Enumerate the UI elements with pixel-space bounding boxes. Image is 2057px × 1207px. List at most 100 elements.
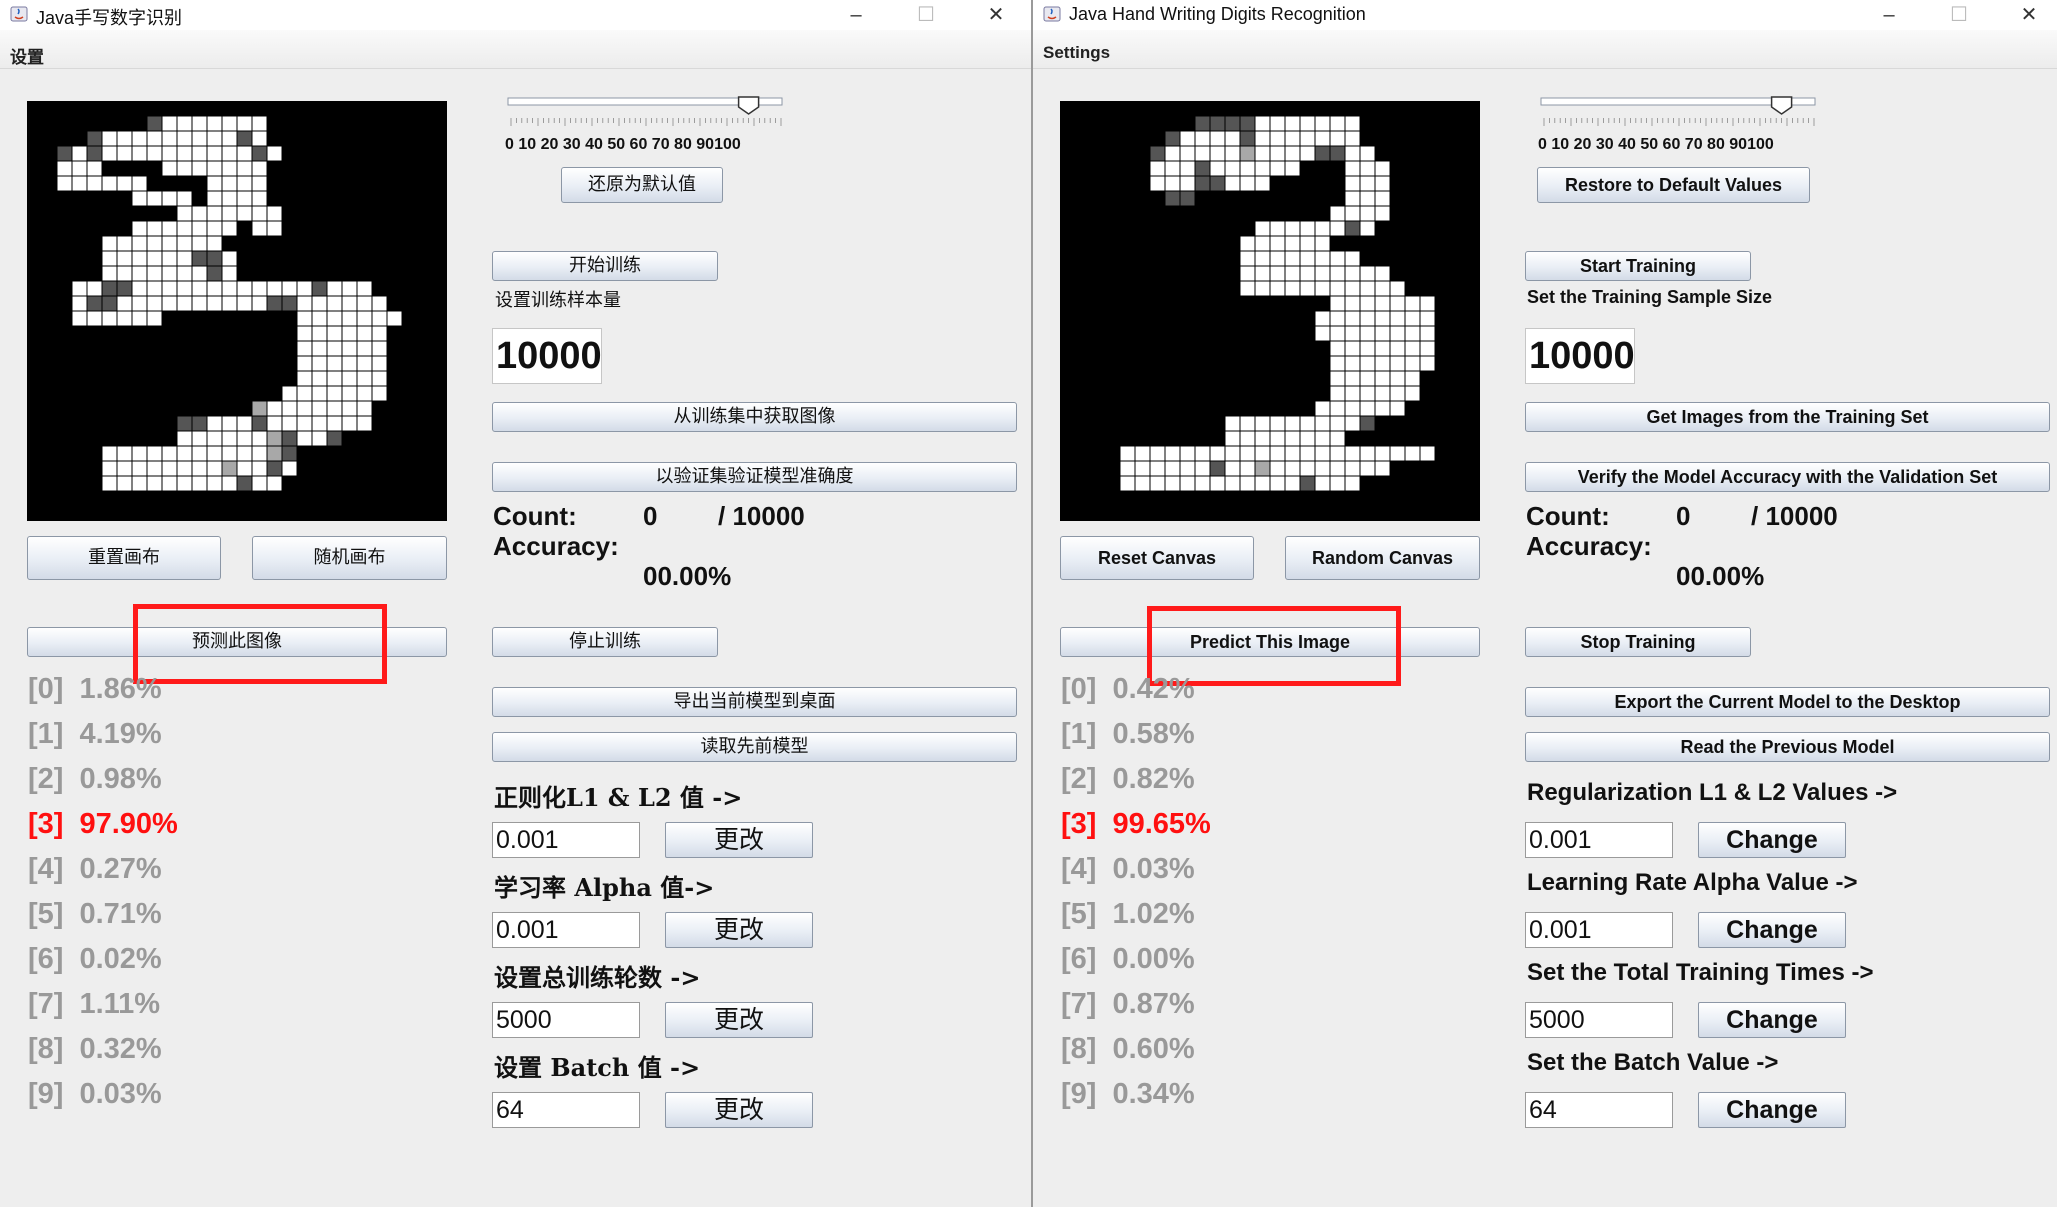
regularization-field[interactable]: 0.001 [1525, 822, 1673, 858]
regularization-label: 正则化L1 & L2 值 -> [494, 783, 743, 812]
accuracy-label: Accuracy: [1526, 531, 1652, 561]
english-window: Java Hand Writing Digits Recognition – ☐… [1033, 0, 2057, 1207]
probability-row: [1] 4.19% [28, 718, 162, 751]
probability-row: [6] 0.02% [28, 943, 162, 976]
probability-value: 0.87% [1112, 988, 1195, 1020]
sample-size-label: 设置训练样本量 [495, 290, 621, 311]
verify-accuracy-button[interactable]: Verify the Model Accuracy with the Valid… [1525, 462, 2050, 492]
epochs-label: 设置总训练轮数 -> [494, 963, 701, 992]
batch-field[interactable]: 64 [1525, 1092, 1673, 1128]
count-label: Count: [1526, 501, 1610, 531]
probability-value: 97.90% [79, 808, 178, 840]
batch-field[interactable]: 64 [492, 1092, 640, 1128]
learning-rate-field[interactable]: 0.001 [492, 912, 640, 948]
export-model-button[interactable]: 导出当前模型到桌面 [492, 687, 1017, 717]
reset-canvas-button[interactable]: Reset Canvas [1060, 536, 1254, 580]
accuracy-value: 00.00% [643, 561, 732, 591]
maximize-icon[interactable]: ☐ [896, 0, 956, 30]
slider-tick-labels: 0 10 20 30 40 50 60 70 80 90100 [1538, 136, 1774, 153]
sample-size-field[interactable]: 10000 [1525, 328, 1635, 384]
change-epochs-button[interactable]: Change [1698, 1002, 1846, 1038]
probability-value: 0.27% [79, 853, 162, 885]
probability-value: 99.65% [1112, 808, 1211, 840]
probability-value: 0.02% [79, 943, 162, 975]
sample-size-label: Set the Training Sample Size [1527, 287, 1773, 307]
probability-row: [0] 1.86% [28, 673, 162, 706]
menu-settings[interactable]: Settings [1043, 43, 1110, 63]
probability-row: [3] 97.90% [28, 808, 178, 841]
change-epochs-button[interactable]: 更改 [665, 1002, 813, 1038]
window-title: Java手写数字识别 [36, 8, 183, 28]
change-batch-button[interactable]: 更改 [665, 1092, 813, 1128]
drawing-canvas[interactable] [1060, 101, 1480, 521]
probability-value: 0.98% [79, 763, 162, 795]
reset-canvas-button[interactable]: 重置画布 [27, 536, 221, 580]
stop-training-button[interactable]: 停止训练 [492, 627, 718, 657]
digit-label: [4] [1061, 853, 1097, 885]
learning-slider[interactable]: 0 10 20 30 40 50 60 70 80 90100 [1538, 96, 1828, 156]
change-learning-rate-button[interactable]: 更改 [665, 912, 813, 948]
pixel-grid [1119, 115, 1436, 492]
random-canvas-button[interactable]: Random Canvas [1285, 536, 1480, 580]
probability-value: 1.86% [79, 673, 162, 705]
stop-training-button[interactable]: Stop Training [1525, 627, 1751, 657]
read-model-button[interactable]: 读取先前模型 [492, 732, 1017, 762]
highlight-box [133, 604, 387, 684]
menu-settings[interactable]: 设置 [10, 43, 44, 68]
start-training-button[interactable]: 开始训练 [492, 251, 718, 281]
pixel-grid [56, 115, 403, 492]
epochs-field[interactable]: 5000 [1525, 1002, 1673, 1038]
restore-defaults-button[interactable]: Restore to Default Values [1537, 167, 1810, 203]
digit-label: [8] [1061, 1033, 1097, 1065]
epochs-field[interactable]: 5000 [492, 1002, 640, 1038]
close-icon[interactable]: ✕ [1999, 0, 2057, 30]
java-app-icon [1043, 6, 1061, 22]
digit-label: [2] [28, 763, 64, 795]
minimize-icon[interactable]: – [1859, 0, 1919, 30]
minimize-icon[interactable]: – [826, 0, 886, 30]
verify-accuracy-button[interactable]: 以验证集验证模型准确度 [492, 462, 1017, 492]
digit-label: [6] [1061, 943, 1097, 975]
change-regularization-button[interactable]: Change [1698, 822, 1846, 858]
count-total: / 10000 [718, 501, 805, 531]
learning-slider[interactable]: 0 10 20 30 40 50 60 70 80 90100 [505, 96, 795, 156]
start-training-button[interactable]: Start Training [1525, 251, 1751, 281]
learning-rate-label: 学习率 Alpha 值-> [494, 873, 715, 902]
get-training-images-button[interactable]: Get Images from the Training Set [1525, 402, 2050, 432]
get-training-images-button[interactable]: 从训练集中获取图像 [492, 402, 1017, 432]
probability-value: 0.03% [1112, 853, 1195, 885]
slider-tick-labels: 0 10 20 30 40 50 60 70 80 90100 [505, 136, 741, 153]
change-learning-rate-button[interactable]: Change [1698, 912, 1846, 948]
accuracy-value: 00.00% [1676, 561, 1765, 591]
digit-label: [9] [1061, 1078, 1097, 1110]
probability-row: [8] 0.32% [28, 1033, 162, 1066]
sample-size-field[interactable]: 10000 [492, 328, 602, 384]
title-bar: Java手写数字识别 – ☐ ✕ [0, 0, 1031, 30]
java-app-icon [10, 6, 28, 22]
regularization-field[interactable]: 0.001 [492, 822, 640, 858]
menu-bar: Settings [1033, 30, 2057, 69]
count-value: 0 [643, 501, 658, 531]
digit-label: [0] [28, 673, 64, 705]
learning-rate-field[interactable]: 0.001 [1525, 912, 1673, 948]
digit-label: [7] [1061, 988, 1097, 1020]
random-canvas-button[interactable]: 随机画布 [252, 536, 447, 580]
probability-value: 1.11% [79, 988, 161, 1020]
digit-label: [0] [1061, 673, 1097, 705]
change-regularization-button[interactable]: 更改 [665, 822, 813, 858]
digit-label: [9] [28, 1078, 64, 1110]
batch-label: 设置 Batch 值 -> [494, 1053, 701, 1082]
read-model-button[interactable]: Read the Previous Model [1525, 732, 2050, 762]
maximize-icon[interactable]: ☐ [1929, 0, 1989, 30]
chinese-window: Java手写数字识别 – ☐ ✕ 设置 0 10 20 30 40 50 60 … [0, 0, 1033, 1207]
digit-label: [6] [28, 943, 64, 975]
change-batch-button[interactable]: Change [1698, 1092, 1846, 1128]
drawing-canvas[interactable] [27, 101, 447, 521]
probability-row: [7] 0.87% [1061, 988, 1195, 1021]
close-icon[interactable]: ✕ [966, 0, 1026, 30]
accuracy-label: Accuracy: [493, 531, 619, 561]
regularization-label: Regularization L1 & L2 Values -> [1527, 779, 1898, 806]
probability-row: [9] 0.34% [1061, 1078, 1195, 1111]
restore-defaults-button[interactable]: 还原为默认值 [561, 167, 723, 203]
export-model-button[interactable]: Export the Current Model to the Desktop [1525, 687, 2050, 717]
